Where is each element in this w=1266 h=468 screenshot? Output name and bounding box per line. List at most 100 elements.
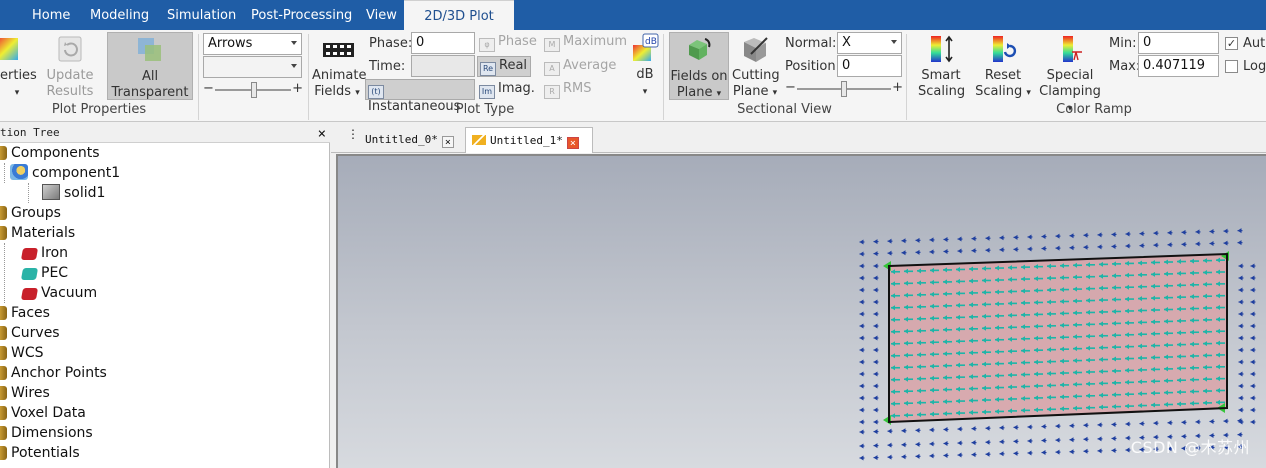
tree-item-anchor-points[interactable]: Anchor Points (0, 363, 107, 383)
tree-item-curves[interactable]: Curves (0, 323, 60, 343)
field-arrow-head (859, 383, 864, 389)
position-slider[interactable]: − + (785, 80, 903, 98)
position-slider-thumb[interactable] (841, 81, 847, 97)
field-arrow-head (1238, 347, 1243, 353)
tree-item-voxel-data[interactable]: Voxel Data (0, 403, 86, 423)
tab-simulation[interactable]: Simulation (167, 0, 236, 30)
3d-viewport[interactable]: CSDN @木苏州 (336, 154, 1266, 468)
field-arrow-head (985, 425, 990, 431)
ribbon: erties ▾ Update Results All Transparent … (0, 30, 1266, 122)
tree-item-solid1[interactable]: solid1 (42, 183, 105, 203)
tree-item-component1[interactable]: component1 (10, 163, 120, 183)
rms-option-button[interactable]: R RMS (544, 81, 592, 99)
maximum-option-button[interactable]: M Maximum (544, 34, 627, 52)
field-arrow-head (859, 371, 864, 377)
field-arrow-head (1069, 437, 1074, 443)
max-input[interactable]: 0.407119 (1138, 55, 1219, 77)
tree-item-potentials[interactable]: Potentials (0, 443, 80, 463)
field-arrow-head (873, 335, 878, 341)
tree-item-label: Voxel Data (11, 405, 86, 421)
fields-on-plane-button[interactable]: Fields on Plane ▾ (669, 32, 729, 100)
field-arrow-head (1055, 245, 1060, 251)
animate-fields-button[interactable]: Animate Fields ▾ (312, 34, 366, 101)
tab-post-processing[interactable]: Post-Processing (251, 0, 352, 30)
plot-properties-slider[interactable]: − + (203, 81, 303, 99)
plot-mode-select[interactable]: Arrows (203, 33, 302, 55)
tree-item-wires[interactable]: Wires (0, 383, 50, 403)
auto-checkbox[interactable]: ✓ (1225, 37, 1238, 50)
field-arrow-head (957, 236, 962, 242)
field-arrow-head (1139, 421, 1144, 427)
log-checkbox[interactable] (1225, 60, 1238, 73)
tree-item-components[interactable]: Components (0, 143, 100, 163)
phase-input[interactable]: 0 (411, 32, 475, 54)
cutting-plane-button[interactable]: Cutting Plane ▾ (732, 34, 780, 101)
phase-option-button[interactable]: φ Phase (479, 34, 537, 52)
field-arrow-head (1027, 234, 1032, 240)
tree-item-materials[interactable]: Materials (0, 223, 75, 243)
tree-item-dimensions[interactable]: Dimensions (0, 423, 93, 443)
field-arrow-head (873, 419, 878, 425)
field-arrow-head (1181, 241, 1186, 247)
properties-button[interactable]: erties ▾ (0, 34, 37, 101)
average-option-button[interactable]: A Average (544, 58, 616, 76)
tree-item-groups[interactable]: Groups (0, 203, 61, 223)
folder-icon (0, 346, 7, 360)
tree-item-iron[interactable]: Iron (20, 243, 68, 263)
max-label: Max: (1109, 59, 1141, 74)
field-arrow-head (859, 263, 864, 269)
position-slider-minus[interactable]: − (785, 80, 796, 95)
instantaneous-button[interactable]: (t)Instantaneous (365, 79, 475, 114)
position-slider-plus[interactable]: + (892, 80, 903, 95)
min-input[interactable]: 0 (1138, 32, 1219, 54)
time-input[interactable] (411, 55, 475, 77)
reset-scaling-button[interactable]: Reset Scaling ▾ (975, 34, 1031, 101)
field-arrow-head (1069, 449, 1074, 455)
close-icon[interactable]: × (566, 137, 579, 149)
navigation-tree-header: tion Tree × (0, 123, 330, 143)
transparent-cubes-icon (138, 38, 161, 61)
slider-thumb[interactable] (251, 82, 257, 98)
animate-fields-dropdown-arrow: ▾ (355, 88, 360, 98)
smart-scaling-button[interactable]: Smart Scaling (918, 34, 965, 100)
update-results-button[interactable]: Update Results (44, 34, 96, 100)
fields-on-plane-dropdown-arrow: ▾ (716, 89, 722, 99)
field-arrow-head (929, 427, 934, 433)
field-arrow-head (1167, 420, 1172, 426)
field-arrow-head (1027, 450, 1032, 456)
position-input[interactable]: 0 (837, 55, 902, 77)
field-plot-canvas[interactable] (338, 156, 1266, 468)
doc-tab-untitled-1[interactable]: Untitled_1* × (465, 127, 593, 153)
real-option-button[interactable]: Re Real (477, 56, 531, 77)
tree-item-pec[interactable]: PEC (20, 263, 68, 283)
tree-item-faces[interactable]: Faces (0, 303, 50, 323)
field-arrow-head (887, 250, 892, 256)
normal-select[interactable]: X (837, 32, 902, 54)
all-transparent-button[interactable]: All Transparent (107, 32, 193, 100)
field-arrow-head (1013, 438, 1018, 444)
tab-view[interactable]: View (366, 0, 397, 30)
db-button[interactable]: dB dB ▾ (628, 33, 662, 100)
secondary-select[interactable] (203, 56, 302, 78)
tree-item-vacuum[interactable]: Vacuum (20, 283, 97, 303)
field-arrow-head (1250, 335, 1255, 341)
field-arrow-head (1153, 230, 1158, 236)
group-label-color-ramp: Color Ramp (1056, 102, 1132, 117)
tab-modeling[interactable]: Modeling (90, 0, 149, 30)
field-arrow-head (1209, 241, 1214, 246)
slider-plus[interactable]: + (292, 81, 303, 96)
close-icon[interactable]: × (441, 136, 454, 148)
tab-2d-3d-plot[interactable]: 2D/3D Plot (404, 0, 514, 30)
field-arrow-head (1111, 243, 1116, 249)
field-arrow-head (1125, 447, 1130, 453)
field-arrow-head (873, 275, 878, 281)
field-arrow-head (985, 439, 990, 445)
tree-item-wcs[interactable]: WCS (0, 343, 44, 363)
navigation-tree-panel: tion Tree × Components component1 solid1… (0, 123, 330, 468)
tab-overflow-icon[interactable]: ⋮ (347, 127, 359, 141)
normal-label: Normal: (785, 36, 837, 51)
close-icon[interactable]: × (318, 124, 326, 144)
tab-home[interactable]: Home (32, 0, 70, 30)
imag-option-button[interactable]: Im Imag. (479, 81, 535, 99)
slider-minus[interactable]: − (203, 81, 214, 96)
